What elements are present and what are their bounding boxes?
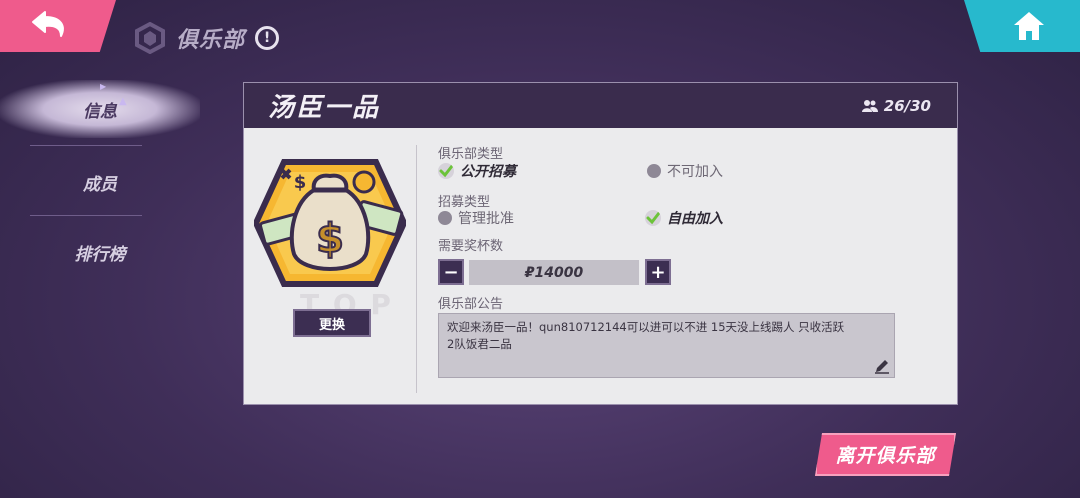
page-title: 俱乐部	[176, 28, 246, 53]
notice-line: 2队饭君二品	[447, 337, 512, 351]
back-arrow-icon	[32, 11, 64, 37]
panel-header: 汤臣一品 26/30	[244, 83, 957, 128]
sidebar-item-members[interactable]: 成员	[0, 154, 200, 210]
check-icon	[438, 163, 454, 179]
sparkle-icon: ▶	[100, 82, 107, 91]
money-bag-emblem-icon: $ $	[254, 159, 406, 287]
home-button[interactable]	[964, 0, 1080, 52]
check-icon	[645, 210, 661, 226]
member-count: 26/30	[861, 96, 931, 115]
nav-divider	[30, 145, 142, 146]
sidebar-item-label: 排行榜	[74, 244, 126, 265]
club-type-option-closed[interactable]: 不可加入	[647, 161, 723, 181]
leave-club-button[interactable]: 离开俱乐部	[815, 433, 956, 476]
sidebar-item-label: 成员	[83, 174, 117, 195]
home-icon	[1014, 12, 1044, 40]
vertical-divider	[416, 145, 417, 393]
notice-text-area[interactable]: 欢迎来汤臣一品！qun810712144可以进可以不进 15天没上线踢人 只收活…	[438, 313, 895, 378]
change-emblem-button[interactable]: 更换	[293, 309, 371, 337]
emblem-area: $ $ T O P 更换	[244, 128, 418, 406]
back-button[interactable]	[0, 0, 116, 52]
trophy-decrease-button[interactable]: −	[438, 259, 464, 285]
recruit-type-option-approval[interactable]: 管理批准	[438, 208, 514, 228]
option-label: 公开招募	[460, 164, 516, 180]
trophy-label: 需要奖杯数	[438, 239, 504, 254]
option-label: 自由加入	[667, 211, 723, 227]
club-name: 汤臣一品	[268, 93, 381, 123]
radio-off-icon	[647, 164, 661, 178]
club-logo-icon	[135, 22, 165, 54]
trophy-value: ₽14000	[524, 264, 584, 281]
club-type-label: 俱乐部类型	[438, 147, 504, 162]
svg-text:$: $	[294, 172, 307, 193]
club-type-option-public[interactable]: 公开招募	[438, 161, 516, 181]
sidebar-item-leaderboard[interactable]: 排行榜	[0, 224, 200, 280]
trophy-value-field[interactable]: ₽14000	[469, 260, 639, 285]
nav-divider	[30, 215, 142, 216]
sparkle-icon: ▲	[119, 96, 127, 107]
member-count-text: 26/30	[883, 96, 931, 115]
members-icon	[861, 99, 878, 112]
svg-text:$: $	[316, 216, 344, 262]
info-icon[interactable]: !	[255, 26, 280, 50]
page-header: 俱乐部 !	[134, 20, 280, 56]
sidebar-item-label: 信息	[83, 101, 117, 122]
notice-line: 欢迎来汤臣一品！qun810712144可以进可以不进 15天没上线踢人 只收活…	[447, 320, 845, 334]
sidebar-item-info[interactable]: ▶ ▲ 信息	[0, 80, 200, 138]
sidebar-nav: ▶ ▲ 信息 成员 排行榜	[0, 80, 200, 265]
option-label: 不可加入	[667, 164, 723, 180]
edit-pencil-icon[interactable]	[874, 358, 890, 374]
recruit-type-option-free[interactable]: 自由加入	[645, 208, 723, 228]
option-label: 管理批准	[458, 211, 514, 227]
trophy-increase-button[interactable]: +	[645, 259, 671, 285]
club-info-panel: 汤臣一品 26/30 $ $ T O P 更换 俱乐部类型 公开招募 不可加入 …	[243, 82, 958, 405]
notice-label: 俱乐部公告	[438, 297, 504, 312]
radio-off-icon	[438, 211, 452, 225]
